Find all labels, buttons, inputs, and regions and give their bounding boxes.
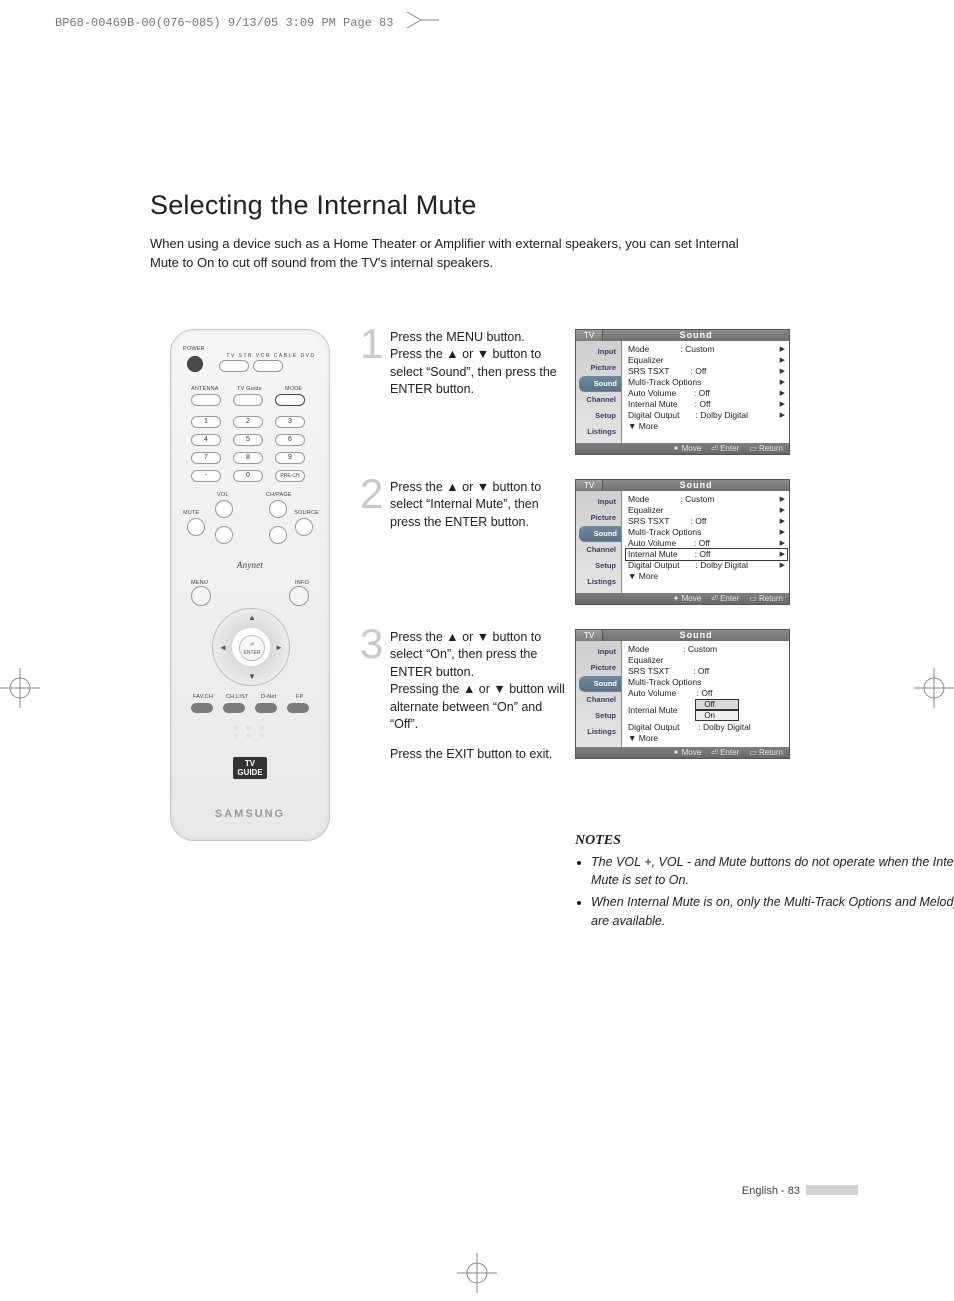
- page-title: Selecting the Internal Mute: [150, 190, 870, 221]
- dpad: ▲ ▼ ◄ ► ⏎ENTER: [212, 608, 290, 686]
- pdf-slug: BP68-00469B-00(076~085) 9/13/05 3:09 PM …: [55, 10, 441, 30]
- power-button-icon: [187, 356, 203, 372]
- step-2: 2 Press the ▲ or ▼ button to select “Int…: [360, 479, 954, 605]
- brand-logo: SAMSUNG: [171, 808, 329, 820]
- remote-control-illustration: POWER TV STB VCR CABLE DVD ANTENNA TV Gu…: [170, 329, 330, 841]
- step-3: 3 Press the ▲ or ▼ button to select “On”…: [360, 629, 954, 764]
- osd-screenshot-3: TVSound InputPictureSoundChannelSetupLis…: [575, 629, 790, 759]
- notes-heading: NOTES: [575, 833, 954, 849]
- note-item: The VOL +, VOL - and Mute buttons do not…: [591, 853, 954, 889]
- step-1-text: Press the MENU button.Press the ▲ or ▼ b…: [390, 329, 575, 399]
- notes-section: NOTES The VOL +, VOL - and Mute buttons …: [575, 833, 954, 930]
- page-number: English - 83: [742, 1185, 858, 1197]
- note-item: When Internal Mute is on, only the Multi…: [591, 893, 954, 929]
- step-3-text: Press the ▲ or ▼ button to select “On”, …: [390, 629, 575, 764]
- osd-screenshot-1: TVSound InputPictureSoundChannelSetupLis…: [575, 329, 790, 455]
- step-1: 1 Press the MENU button.Press the ▲ or ▼…: [360, 329, 954, 455]
- step-2-text: Press the ▲ or ▼ button to select “Inter…: [390, 479, 575, 532]
- tvguide-logo: TVGUIDE: [171, 757, 329, 780]
- osd-screenshot-2: TVSound InputPictureSoundChannelSetupLis…: [575, 479, 790, 605]
- intro-text: When using a device such as a Home Theat…: [150, 235, 770, 273]
